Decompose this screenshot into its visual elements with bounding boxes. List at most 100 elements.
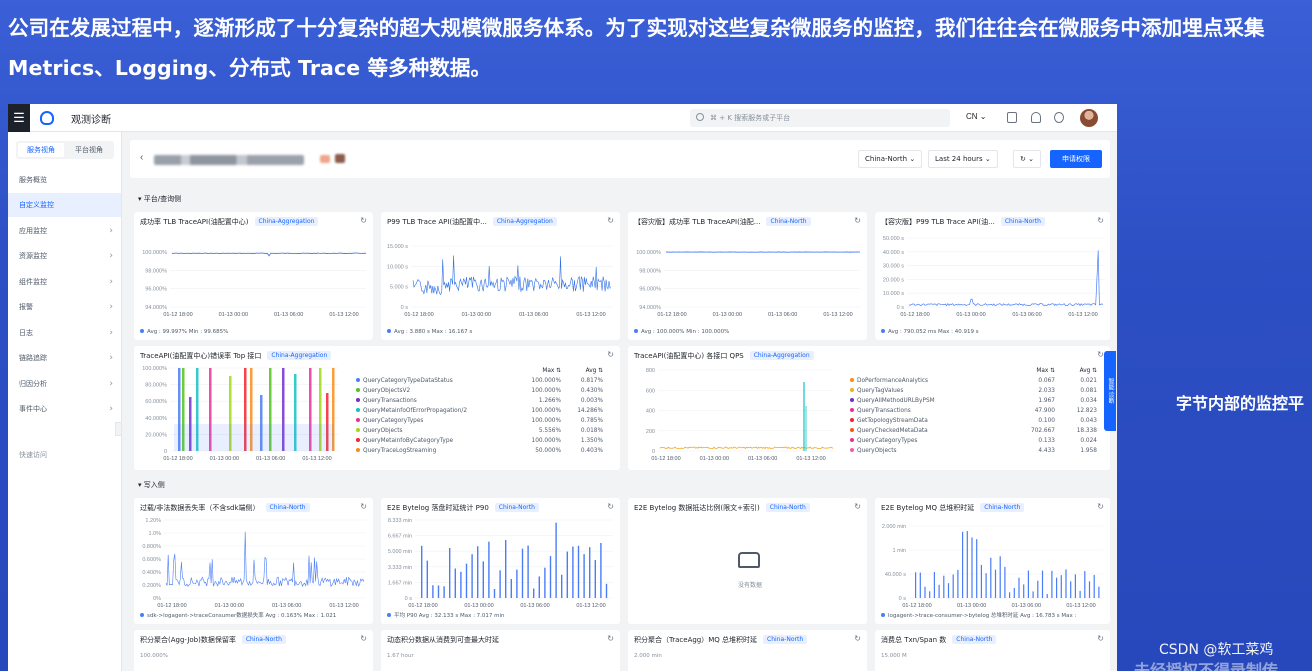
blurred-tag bbox=[320, 155, 330, 163]
refresh-button[interactable]: ↻ ⌄ bbox=[1013, 150, 1041, 168]
search-icon bbox=[696, 113, 704, 121]
sidebar-item-overview[interactable]: 服务概览 bbox=[8, 168, 121, 192]
group-header-write[interactable]: ▾ 写入侧 bbox=[130, 478, 1110, 492]
y-tick-label: 0 bbox=[164, 449, 167, 455]
backlog-bar bbox=[1051, 570, 1053, 598]
x-tick-label: 01-13 12:00 bbox=[796, 456, 825, 462]
refresh-icon[interactable]: ↻ bbox=[607, 634, 614, 643]
chart-svg: 1.20% 1.0% 0.800% 0.600% 0.400% 0.200% 0%01-12… bbox=[142, 518, 366, 609]
sidebar-item-attribution[interactable]: 归因分析 › bbox=[8, 372, 121, 396]
backlog-bar bbox=[1084, 571, 1086, 598]
document-icon[interactable] bbox=[1007, 112, 1017, 123]
y-tick-label: 0.400% bbox=[142, 570, 161, 576]
chart-svg: 2.000 min 1 min 40.000 s 0 s01-12 18:00 01-1… bbox=[882, 524, 1103, 609]
x-tick-label: 01-13 12:00 bbox=[302, 456, 331, 462]
backlog-bar bbox=[1079, 590, 1081, 598]
chart-panel: 积分聚合（TraceAgg）MQ 总堆积时延 China-North ↻ 2.00… bbox=[628, 630, 867, 671]
sidebar-item-label: 自定义监控 bbox=[19, 201, 54, 209]
blurred-tag bbox=[335, 154, 345, 163]
sidebar-item-alerts[interactable]: 报警 › bbox=[8, 295, 121, 319]
global-search-input[interactable]: ⌘ + K 搜索服务或子平台 bbox=[690, 109, 950, 127]
sidebar-item-logs[interactable]: 日志 › bbox=[8, 321, 121, 345]
y-tick-label: 15.000 s bbox=[387, 244, 408, 250]
sidebar-item-tracing[interactable]: 链路追踪 › bbox=[8, 346, 121, 370]
time-range-select[interactable]: Last 24 hours ⌄ bbox=[928, 150, 998, 168]
chart-panel: P99 TLB Trace API(油配置中... China-Aggregati… bbox=[381, 212, 620, 340]
float-diagnose-tab[interactable]: 智能 诊断 bbox=[1104, 351, 1116, 431]
latency-bar bbox=[471, 554, 473, 598]
search-placeholder: ⌘ + K 搜索服务或子平台 bbox=[710, 114, 791, 122]
latency-bar bbox=[600, 542, 602, 598]
y-tick-label: 40.000% bbox=[145, 416, 167, 422]
y-tick-label: 800 bbox=[646, 368, 655, 374]
backlog-bar bbox=[980, 564, 982, 598]
sidebar-item-custom-monitor[interactable]: 自定义监控 bbox=[8, 193, 121, 217]
latency-bar bbox=[572, 546, 574, 598]
refresh-icon[interactable]: ↻ bbox=[1097, 634, 1104, 643]
chart-svg: 100.000%80.000%60.000%40.000%20.000%001-… bbox=[142, 366, 339, 462]
backlog-bar bbox=[985, 573, 987, 598]
backlog-bar bbox=[1009, 592, 1011, 598]
cloud-logo-icon bbox=[40, 111, 54, 125]
menu-icon[interactable]: ☰ bbox=[8, 104, 30, 132]
backlog-bar bbox=[1065, 569, 1067, 598]
chevron-right-icon: › bbox=[109, 404, 113, 414]
app-window: ☰ 观测诊断 ⌘ + K 搜索服务或子平台 CN ⌄ 服务视角 平台视角 服务概… bbox=[8, 104, 1117, 671]
y-tick-label: 0.200% bbox=[142, 583, 161, 589]
avatar[interactable] bbox=[1080, 109, 1098, 127]
chart-panel: 积分聚合(Agg-Job)数据保留率 China-North ↻ 100.000% bbox=[134, 630, 373, 671]
x-tick-label: 01-13 00:00 bbox=[215, 603, 244, 609]
x-tick-label: 01-13 00:00 bbox=[957, 603, 986, 609]
bell-icon[interactable] bbox=[1031, 112, 1041, 123]
chart-panel: E2E Bytelog 数据抵达比例(限文+索引) China-North ↻ 没… bbox=[628, 498, 867, 624]
refresh-icon[interactable]: ↻ bbox=[360, 634, 367, 643]
chart-panel: 消费总 Txn/Span 数 China-North ↻ 15.000 M bbox=[875, 630, 1110, 671]
x-tick-label: 01-13 12:00 bbox=[329, 603, 358, 609]
region-select[interactable]: China-North ⌄ bbox=[858, 150, 923, 168]
y-tick-label: 5.000 s bbox=[390, 285, 408, 291]
refresh-icon[interactable]: ↻ bbox=[854, 502, 861, 511]
tab-service-view[interactable]: 服务视角 bbox=[18, 143, 64, 157]
chart-panel: 过载/非法数据丢失率（不含sdk端侧） China-North ↻ sdk->lo… bbox=[134, 498, 373, 624]
latency-bar bbox=[544, 567, 546, 598]
group-header-query[interactable]: ▾ 平台/查询侧 bbox=[130, 192, 1110, 206]
backlog-bar bbox=[957, 569, 959, 598]
sidebar-item-resource-monitor[interactable]: 资源监控 › bbox=[8, 244, 121, 268]
back-icon[interactable]: ‹ bbox=[140, 152, 143, 163]
tab-platform-view[interactable]: 平台视角 bbox=[66, 143, 112, 157]
refresh-icon[interactable]: ↻ bbox=[854, 634, 861, 643]
y-tick-label: 5.000 min bbox=[388, 549, 412, 555]
globe-icon[interactable] bbox=[1054, 112, 1064, 123]
backlog-bar bbox=[1027, 570, 1029, 598]
quick-access[interactable]: 快速访问 bbox=[19, 450, 47, 460]
x-tick-label: 01-13 12:00 bbox=[329, 312, 358, 318]
backlog-bar bbox=[1032, 591, 1034, 598]
sidebar-item-events[interactable]: 事件中心 › bbox=[8, 397, 121, 421]
sidebar-item-label: 资源监控 bbox=[19, 252, 47, 260]
latency-bar bbox=[477, 546, 479, 598]
x-tick-label: 01-13 06:00 bbox=[256, 456, 285, 462]
backlog-bar bbox=[1018, 577, 1020, 598]
latency-bar bbox=[488, 541, 490, 598]
chart-panel: E2E Bytelog MQ 总堆积时延 China-North ↻ logage… bbox=[875, 498, 1110, 624]
latency-bar bbox=[533, 588, 535, 598]
x-tick-label: 01-13 06:00 bbox=[272, 603, 301, 609]
collapse-handle[interactable] bbox=[115, 422, 122, 436]
language-switch[interactable]: CN ⌄ bbox=[966, 112, 986, 121]
y-tick-label: 98.000% bbox=[145, 268, 167, 274]
sidebar-item-app-monitor[interactable]: 应用监控 › bbox=[8, 219, 121, 243]
backlog-bar bbox=[947, 583, 950, 598]
chart-panel: 成功率 TLB TraceAPI(油配置中心) China-Aggregation… bbox=[134, 212, 373, 340]
page-header: ‹ China-North ⌄ Last 24 hours ⌄ ↻ ⌄ 申请权限 bbox=[130, 140, 1110, 178]
chart-panel: TraceAPI(油配置中心) 各接口 QPS China-Aggregation… bbox=[628, 346, 1110, 470]
series-line bbox=[908, 250, 1104, 307]
y-tick-label: 400 bbox=[646, 409, 655, 415]
apply-permission-button[interactable]: 申请权限 bbox=[1050, 150, 1102, 168]
sidebar-item-label: 事件中心 bbox=[19, 405, 47, 413]
latency-bar bbox=[482, 561, 484, 598]
chart-panel: 动态积分数据从消费到可查最大时延 ↻ 1.67 hour bbox=[381, 630, 620, 671]
chart-panel: TraceAPI(油配置中心)错误率 Top 接口 China-Aggregati… bbox=[134, 346, 620, 470]
sidebar-item-component-monitor[interactable]: 组件监控 › bbox=[8, 270, 121, 294]
y-tick-label: 0 s bbox=[405, 596, 413, 602]
region-tag: China-North bbox=[241, 635, 286, 644]
